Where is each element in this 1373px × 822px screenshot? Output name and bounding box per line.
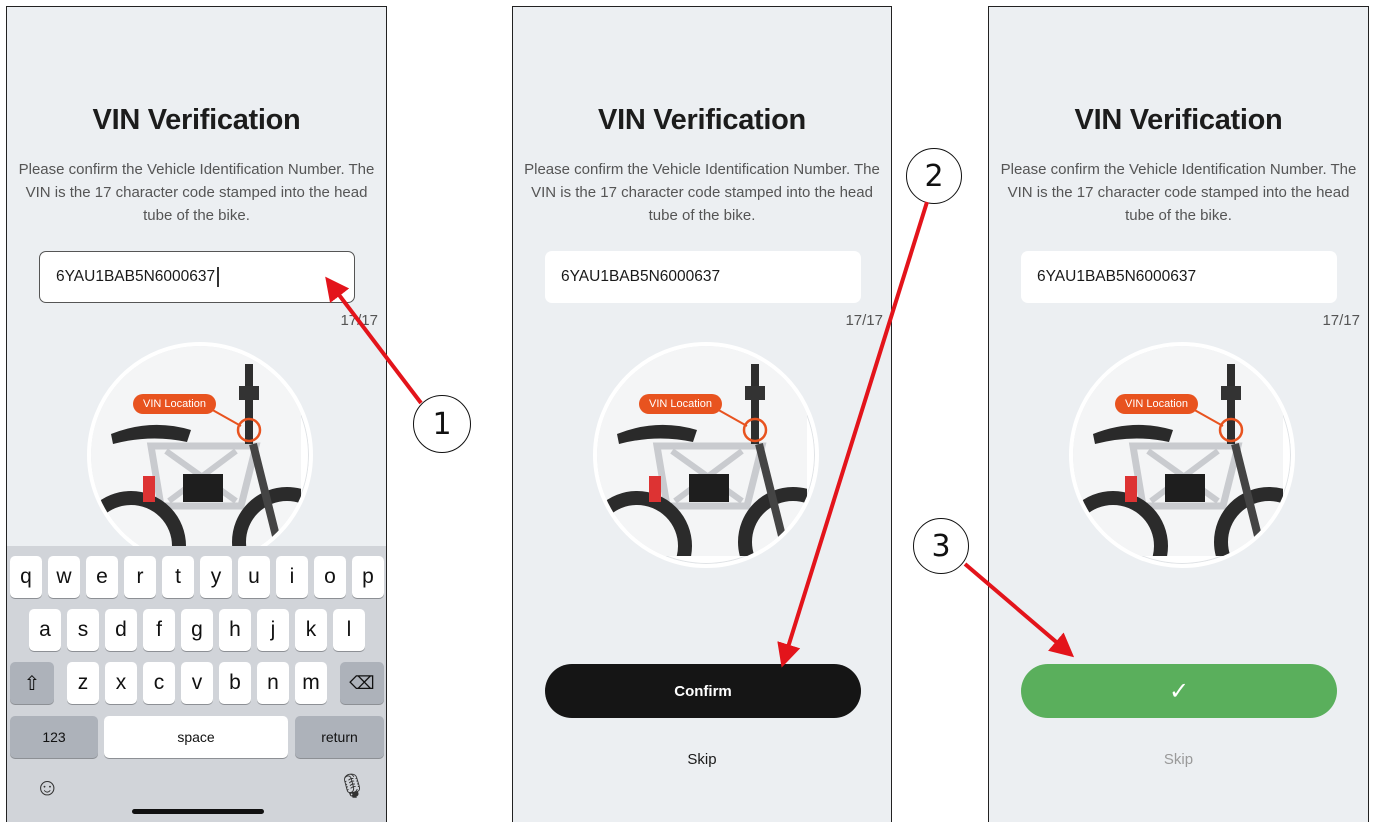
backspace-key[interactable]: ⌫ (340, 662, 384, 704)
skip-link[interactable]: Skip (989, 751, 1368, 768)
keyboard-row-1: q w e r t y u i o p (7, 556, 386, 598)
numbers-key[interactable]: 123 (10, 716, 98, 758)
key-x[interactable]: x (105, 662, 137, 704)
key-c[interactable]: c (143, 662, 175, 704)
key-l[interactable]: l (333, 609, 365, 651)
step-1-marker: 1 (413, 395, 471, 453)
vin-location-badge: VIN Location (1115, 394, 1198, 414)
keyboard: q w e r t y u i o p a s d f g h j k l ⇧ … (7, 546, 386, 822)
vin-location-image: VIN Location (87, 342, 313, 568)
key-g[interactable]: g (181, 609, 213, 651)
key-p[interactable]: p (352, 556, 384, 598)
char-counter: 17/17 (845, 312, 883, 329)
key-k[interactable]: k (295, 609, 327, 651)
bike-illustration (91, 346, 301, 556)
char-counter: 17/17 (1322, 312, 1360, 329)
key-w[interactable]: w (48, 556, 80, 598)
description-text: Please confirm the Vehicle Identificatio… (524, 161, 880, 224)
bike-illustration (1073, 346, 1283, 556)
key-u[interactable]: u (238, 556, 270, 598)
vin-location-image: VIN Location (1069, 342, 1295, 568)
char-counter: 17/17 (340, 312, 378, 329)
vin-location-image: VIN Location (593, 342, 819, 568)
step-3-marker: 3 (913, 518, 969, 574)
page-title: VIN Verification (92, 104, 301, 136)
microphone-icon[interactable]: 🎙 (337, 772, 367, 801)
return-key[interactable]: return (295, 716, 384, 758)
keyboard-row-3: ⇧ z x c v b n m ⌫ (7, 662, 386, 704)
page-title: VIN Verification (1074, 104, 1283, 136)
key-n[interactable]: n (257, 662, 289, 704)
keyboard-row-2: a s d f g h j k l (7, 609, 386, 651)
home-indicator (132, 809, 264, 814)
vin-input[interactable]: 6YAU1BAB5N6000637 (1021, 251, 1337, 303)
vin-input-value: 6YAU1BAB5N6000637 (56, 268, 216, 285)
phone-screen-1: VIN Verification Please confirm the Vehi… (6, 6, 387, 822)
vin-input-value: 6YAU1BAB5N6000637 (561, 268, 721, 285)
key-r[interactable]: r (124, 556, 156, 598)
phone-screen-2: VIN Verification Please confirm the Vehi… (512, 6, 892, 822)
key-z[interactable]: z (67, 662, 99, 704)
key-s[interactable]: s (67, 609, 99, 651)
text-caret (217, 267, 219, 287)
description-text: Please confirm the Vehicle Identificatio… (18, 161, 375, 224)
step-2-marker: 2 (906, 148, 962, 204)
key-q[interactable]: q (10, 556, 42, 598)
key-j[interactable]: j (257, 609, 289, 651)
shift-icon: ⇧ (23, 672, 41, 695)
vin-location-badge: VIN Location (639, 394, 722, 414)
vin-input[interactable]: 6YAU1BAB5N6000637 (39, 251, 355, 303)
checkmark-icon: ✓ (1168, 677, 1190, 705)
key-e[interactable]: e (86, 556, 118, 598)
key-i[interactable]: i (276, 556, 308, 598)
shift-key[interactable]: ⇧ (10, 662, 54, 704)
vin-location-badge: VIN Location (133, 394, 216, 414)
bike-illustration (597, 346, 807, 556)
key-h[interactable]: h (219, 609, 251, 651)
keyboard-row-4: 123 space return (7, 716, 386, 758)
confirm-success-button[interactable]: ✓ (1021, 664, 1337, 718)
vin-input-value: 6YAU1BAB5N6000637 (1037, 268, 1197, 285)
description-text: Please confirm the Vehicle Identificatio… (1000, 161, 1357, 224)
key-o[interactable]: o (314, 556, 346, 598)
backspace-icon: ⌫ (349, 672, 375, 693)
page-title: VIN Verification (598, 104, 806, 136)
space-key[interactable]: space (104, 716, 288, 758)
emoji-icon[interactable]: ☺ (35, 774, 60, 802)
key-b[interactable]: b (219, 662, 251, 704)
key-m[interactable]: m (295, 662, 327, 704)
key-v[interactable]: v (181, 662, 213, 704)
key-t[interactable]: t (162, 556, 194, 598)
key-f[interactable]: f (143, 609, 175, 651)
skip-link[interactable]: Skip (513, 751, 891, 768)
confirm-button[interactable]: Confirm (545, 664, 861, 718)
key-a[interactable]: a (29, 609, 61, 651)
phone-screen-3: VIN Verification Please confirm the Vehi… (988, 6, 1369, 822)
key-d[interactable]: d (105, 609, 137, 651)
key-y[interactable]: y (200, 556, 232, 598)
vin-input[interactable]: 6YAU1BAB5N6000637 (545, 251, 861, 303)
